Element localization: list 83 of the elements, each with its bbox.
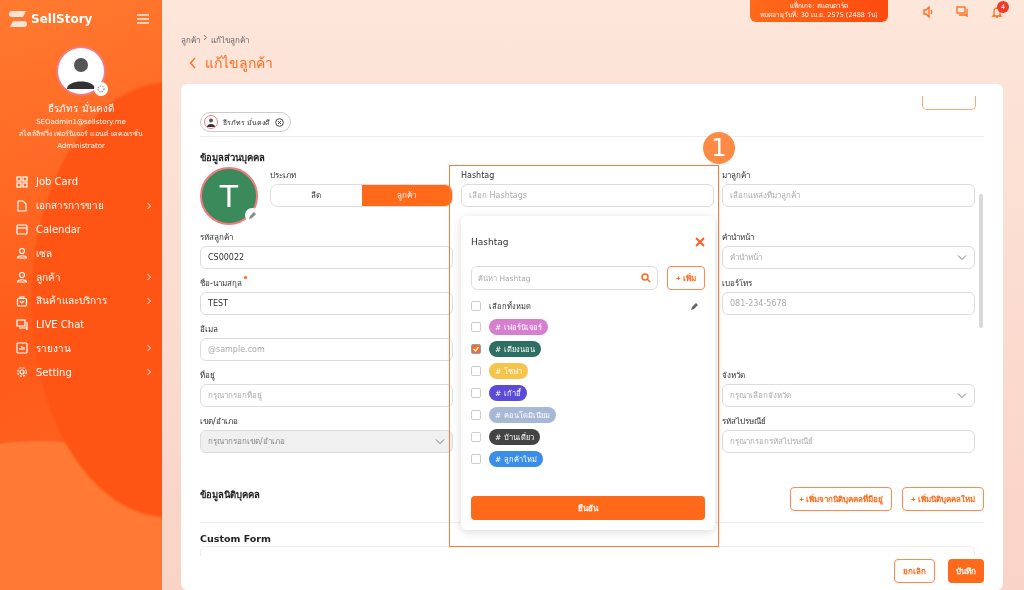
bell-icon[interactable]: [991, 6, 1003, 18]
add-button[interactable]: + เพิ่ม: [667, 266, 705, 290]
document-icon: [16, 199, 28, 212]
select-field[interactable]: กรุณาเลือกจังหวัด: [722, 384, 975, 407]
checkbox[interactable]: [471, 301, 481, 311]
save-button[interactable]: บันทึก: [948, 559, 984, 583]
confirm-button[interactable]: ยืนยัน: [471, 496, 705, 520]
grid-icon: [16, 175, 28, 188]
input-field[interactable]: กรุณากรอกที่อยู่: [200, 384, 453, 407]
section-title: Custom Form: [200, 533, 271, 544]
checkbox[interactable]: [471, 388, 481, 398]
checkbox[interactable]: [471, 432, 481, 442]
add-button[interactable]: + เพิ่มนิติบุคคลใหม่: [902, 487, 984, 511]
checkbox[interactable]: [471, 454, 481, 464]
gear-icon: [16, 366, 28, 379]
person-icon: [16, 247, 28, 260]
input-field[interactable]: 081-234-5678: [722, 292, 975, 315]
chevron-icon: [957, 392, 967, 399]
page-title: แก้ไขลูกค้า: [205, 54, 273, 74]
checkbox[interactable]: [471, 344, 481, 354]
input-field[interactable]: @sample.com: [200, 338, 453, 361]
checkbox[interactable]: [471, 322, 481, 332]
breadcrumb-item: แก้ไขลูกค้า: [211, 35, 249, 47]
sidebar-item[interactable]: เซล: [0, 241, 162, 266]
select-field[interactable]: เลือก Hashtags: [461, 184, 714, 207]
search-icon: [641, 273, 652, 283]
settings-icon[interactable]: [94, 82, 108, 96]
checkbox[interactable]: [471, 366, 481, 376]
field-label: คำนำหน้า: [722, 232, 754, 244]
sidebar-item[interactable]: รายงาน: [0, 336, 162, 361]
field-label: รหัสไปรษณีย์: [722, 416, 766, 428]
checkbox[interactable]: [471, 410, 481, 420]
add-button[interactable]: + เพิ่มจากนิติบุคคลที่มีอยู่: [790, 487, 893, 511]
sidebar-item[interactable]: เอกสารการขาย: [0, 193, 162, 218]
chart-icon: [16, 342, 28, 355]
field-label: เขต/อำเภอ: [200, 416, 238, 428]
button[interactable]: [922, 96, 976, 110]
field-label: Hashtag: [461, 170, 495, 182]
chevron-icon: [957, 254, 967, 261]
chat-icon: [16, 318, 28, 331]
sidebar-item[interactable]: LIVE Chat: [0, 312, 162, 337]
avatar-icon: [206, 117, 216, 127]
speaker-icon[interactable]: [922, 6, 934, 18]
field-label: มาลูกค้า: [722, 170, 750, 183]
brand-name: SellStory: [31, 12, 93, 26]
select-field[interactable]: เลือกแหล่งที่มาลูกค้า: [722, 184, 975, 207]
field-label: ประเภท: [270, 170, 296, 182]
user-name: ธีรภัทร มั่นคงดี: [48, 101, 114, 116]
field-label: ชื่อ-นามสกุล: [200, 275, 248, 292]
back-button[interactable]: [189, 57, 197, 69]
chevron-icon: [435, 438, 445, 445]
sidebar-item[interactable]: สินค้าและบริการ: [0, 289, 162, 313]
cancel-button[interactable]: ยกเลิก: [894, 559, 935, 583]
sidebar-item[interactable]: ลูกค้า: [0, 265, 162, 289]
sidebar-item[interactable]: Calendar: [0, 217, 162, 242]
field-label: จังหวัด: [722, 370, 745, 382]
sidebar-item[interactable]: Job Card: [0, 170, 162, 194]
field-label: รหัสลูกค้า: [200, 232, 233, 245]
close-icon[interactable]: [695, 237, 705, 247]
input-field[interactable]: CS00022: [200, 246, 453, 269]
breadcrumb-item[interactable]: ลูกค้า: [181, 34, 200, 47]
field-label: ที่อยู่: [200, 369, 215, 383]
popup-title: Hashtag: [471, 237, 509, 247]
calendar-icon: [16, 223, 28, 236]
type-option[interactable]: ลูกค้า: [361, 185, 452, 206]
section-title: ข้อมูลนิติบุคคล: [200, 488, 260, 502]
field-label: เบอร์โทร: [722, 278, 752, 290]
bag-icon: [16, 294, 28, 307]
logo-icon: [8, 10, 28, 28]
customer-avatar: T: [200, 167, 258, 225]
pencil-icon[interactable]: [690, 301, 699, 311]
section-title: ข้อมูลส่วนบุคคล: [200, 151, 265, 165]
select-field[interactable]: คำนำหน้า: [722, 246, 975, 269]
chevron-icon: [203, 34, 208, 41]
chat-icon[interactable]: [956, 6, 969, 18]
input-field[interactable]: TEST: [200, 292, 453, 315]
scrollbar[interactable]: [979, 194, 983, 328]
input-field[interactable]: กรุณากรอกรหัสไปรษณีย์: [722, 430, 975, 453]
menu-button[interactable]: [136, 13, 150, 25]
remove-icon[interactable]: [275, 117, 285, 127]
person-icon: [16, 271, 28, 284]
sidebar-item[interactable]: Setting: [0, 360, 162, 385]
field-label: อีเมล: [200, 324, 218, 336]
